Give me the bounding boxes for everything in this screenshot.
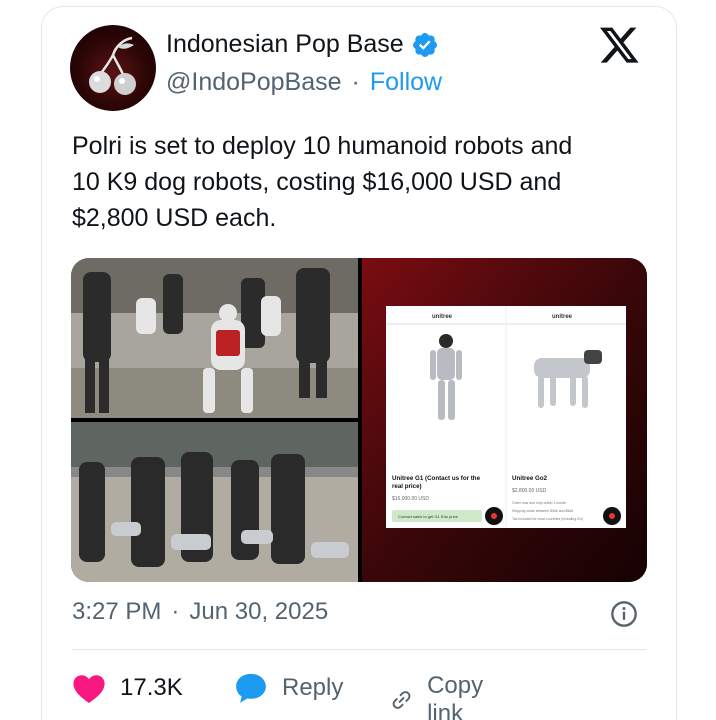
photo-police-humanoid-robots[interactable] — [71, 258, 358, 418]
reply-button[interactable]: Reply — [234, 672, 343, 704]
link-icon — [392, 691, 411, 709]
tweet-text-line: Polri is set to deploy 10 humanoid robot… — [72, 132, 573, 160]
author-handle[interactable]: @IndoPopBase — [166, 68, 342, 97]
separator: · — [351, 68, 360, 96]
product-g1-name-2: real price) — [392, 483, 422, 490]
reply-bubble-icon — [236, 673, 266, 703]
verified-badge-icon — [412, 32, 437, 57]
info-icon[interactable] — [610, 600, 638, 628]
avatar[interactable] — [70, 25, 156, 111]
cherry-icon — [89, 36, 136, 95]
product-g1-price: $16,000.00 USD — [392, 496, 429, 502]
media-grid[interactable]: unitree unitree Unitree G1 (Contact us f… — [71, 258, 647, 582]
product-go2-note1: Order now and ship within 1 month — [512, 501, 566, 505]
photo-police-dog-robots[interactable] — [71, 422, 358, 582]
author-handle-row: @IndoPopBase · Follow — [166, 68, 442, 97]
author-name-text: Indonesian Pop Base — [166, 30, 404, 58]
tweet-timestamp[interactable]: 3:27 PM · Jun 30, 2025 — [72, 598, 328, 626]
copy-link-label: Copy link — [427, 672, 484, 720]
like-button[interactable]: 17.3K — [72, 672, 183, 704]
meta-separator: · — [171, 598, 180, 625]
product-g1-name: Unitree G1 (Contact us for the — [392, 475, 481, 482]
product-go2-note2: Shipping costs between $3## and $5## — [512, 509, 573, 513]
heart-icon — [73, 675, 105, 704]
tweet-text: Polri is set to deploy 10 humanoid robot… — [72, 128, 652, 236]
divider — [72, 649, 646, 650]
brand-right: unitree — [552, 314, 573, 320]
tweet-text-line: 10 K9 dog robots, costing $16,000 USD an… — [72, 168, 562, 196]
x-logo-icon[interactable] — [600, 27, 640, 65]
tweet-text-line: $2,800 USD each. — [72, 204, 277, 232]
photo-unitree-product-page[interactable]: unitree unitree Unitree G1 (Contact us f… — [362, 258, 647, 582]
copy-link-button[interactable]: Copy link — [390, 672, 494, 720]
author-display-name[interactable]: Indonesian Pop Base — [166, 30, 439, 59]
brand-left: unitree — [432, 314, 453, 320]
product-go2-name: Unitree Go2 — [512, 475, 548, 482]
product-g1-button: Contact sales to get G1 Edu price — [398, 514, 459, 519]
product-go2-price: $2,800.00 USD — [512, 488, 547, 494]
tweet-date: Jun 30, 2025 — [189, 598, 329, 625]
follow-button[interactable]: Follow — [370, 68, 442, 97]
product-go2-note3: Tax included for most countries (includi… — [512, 517, 583, 521]
reply-label: Reply — [282, 674, 344, 701]
tweet-time: 3:27 PM — [72, 598, 162, 625]
like-count: 17.3K — [120, 674, 183, 701]
